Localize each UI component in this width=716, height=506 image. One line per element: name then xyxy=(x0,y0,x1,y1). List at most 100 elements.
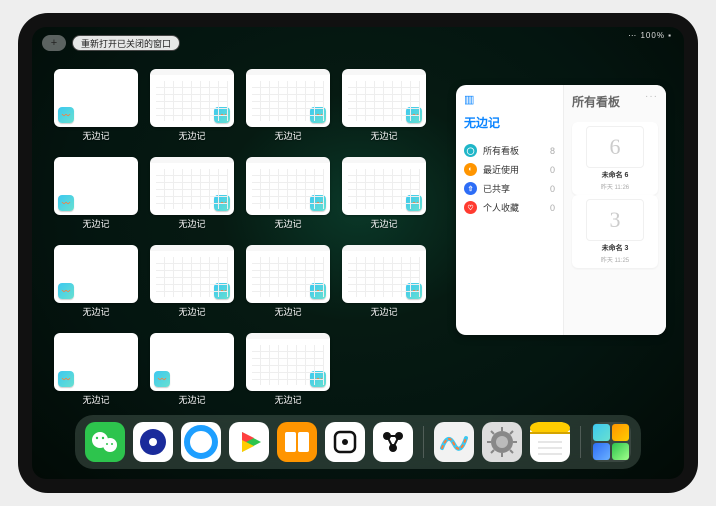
dock-freeform[interactable] xyxy=(434,422,474,462)
app-thumbnail: 〰 xyxy=(150,157,234,215)
app-switcher-card[interactable]: 〰无边记 xyxy=(342,245,426,319)
sidebar-title: 无边记 xyxy=(464,114,555,131)
dock-notes[interactable] xyxy=(530,422,570,462)
freeform-board-list: 所有看板 6未命名 6昨天 11:263未命名 3昨天 11:25 xyxy=(564,85,666,335)
freeform-icon: 〰 xyxy=(58,195,74,211)
blue-icon: ⇧ xyxy=(464,182,477,195)
freeform-icon: 〰 xyxy=(214,283,230,299)
sidebar-item[interactable]: ◯所有看板8 xyxy=(464,141,555,160)
app-switcher-card[interactable]: 〰无边记 xyxy=(54,157,138,231)
dock-settings[interactable] xyxy=(482,422,522,462)
screen: ⋯ 100% ▪ + 重新打开已关闭的窗口 〰无边记〰无边记〰无边记〰无边记〰无… xyxy=(32,27,684,479)
app-thumbnail: 〰 xyxy=(342,245,426,303)
board-date: 昨天 11:26 xyxy=(601,182,629,191)
app-card-label: 无边记 xyxy=(178,393,205,406)
app-switcher-card[interactable]: 〰无边记 xyxy=(54,69,138,143)
app-thumbnail: 〰 xyxy=(54,69,138,127)
board-card[interactable]: 3 未命名 3 昨天 11:25 xyxy=(572,195,658,268)
freeform-icon: 〰 xyxy=(58,107,74,123)
dock-books[interactable] xyxy=(277,422,317,462)
sidebar-item[interactable]: ⇧已共享0 xyxy=(464,179,555,198)
freeform-icon: 〰 xyxy=(310,107,326,123)
sidebar-item-count: 0 xyxy=(550,203,555,213)
ipad-frame: ⋯ 100% ▪ + 重新打开已关闭的窗口 〰无边记〰无边记〰无边记〰无边记〰无… xyxy=(18,13,698,493)
app-switcher-card[interactable]: 〰无边记 xyxy=(246,333,330,407)
dock-qq[interactable] xyxy=(133,422,173,462)
dock-connect[interactable] xyxy=(373,422,413,462)
dock-separator xyxy=(423,426,424,458)
app-card-label: 无边记 xyxy=(82,129,109,142)
new-window-button[interactable]: + xyxy=(42,35,66,51)
board-name: 未命名 3 xyxy=(602,243,629,253)
sidebar-item-label: 个人收藏 xyxy=(483,201,519,214)
app-switcher-card[interactable]: 〰无边记 xyxy=(150,157,234,231)
more-icon[interactable]: ··· xyxy=(645,91,658,102)
top-controls: + 重新打开已关闭的窗口 xyxy=(42,35,180,51)
sidebar-item[interactable]: ◐ 最近使用 0 xyxy=(464,160,555,179)
app-thumbnail: 〰 xyxy=(150,69,234,127)
app-card-label: 无边记 xyxy=(178,129,205,142)
app-switcher-card[interactable]: 〰无边记 xyxy=(246,245,330,319)
freeform-icon: 〰 xyxy=(58,371,74,387)
app-thumbnail: 〰 xyxy=(342,157,426,215)
app-switcher-card[interactable]: 〰无边记 xyxy=(150,69,234,143)
freeform-sidebar: ▥ 无边记 ◯所有看板8◐最近使用0⇧已共享0♡个人收藏0 xyxy=(456,85,564,335)
board-card[interactable]: 6 未命名 6 昨天 11:26 xyxy=(572,122,658,195)
freeform-icon: 〰 xyxy=(58,283,74,299)
board-thumbnail: 3 xyxy=(586,199,644,241)
app-thumbnail: 〰 xyxy=(246,157,330,215)
status-bar-right: ⋯ 100% ▪ xyxy=(628,31,672,40)
app-switcher-card[interactable]: 〰无边记 xyxy=(342,69,426,143)
app-switcher-card[interactable]: 〰无边记 xyxy=(246,69,330,143)
app-card-label: 无边记 xyxy=(178,217,205,230)
red-icon: ♡ xyxy=(464,201,477,214)
app-thumbnail: 〰 xyxy=(54,245,138,303)
dock-wechat[interactable] xyxy=(85,422,125,462)
app-card-label: 无边记 xyxy=(178,305,205,318)
app-switcher-card[interactable]: 〰无边记 xyxy=(150,333,234,407)
freeform-panel[interactable]: ··· ▥ 无边记 ◯所有看板8◐最近使用0⇧已共享0♡个人收藏0 所有看板 6… xyxy=(456,85,666,335)
app-switcher-card[interactable]: 〰无边记 xyxy=(150,245,234,319)
app-switcher-card[interactable]: 〰无边记 xyxy=(246,157,330,231)
app-card-label: 无边记 xyxy=(82,217,109,230)
freeform-icon: 〰 xyxy=(406,283,422,299)
app-switcher-card[interactable]: 〰无边记 xyxy=(342,157,426,231)
app-switcher-card[interactable]: 〰无边记 xyxy=(54,245,138,319)
dock-qq-browser[interactable] xyxy=(181,422,221,462)
app-thumbnail: 〰 xyxy=(150,333,234,391)
reopen-closed-window-button[interactable]: 重新打开已关闭的窗口 xyxy=(72,35,180,51)
freeform-icon: 〰 xyxy=(310,195,326,211)
dock-dice[interactable] xyxy=(325,422,365,462)
app-card-label: 无边记 xyxy=(274,305,301,318)
dock xyxy=(75,415,641,469)
sidebar-item-label: 已共享 xyxy=(483,182,510,195)
app-card-label: 无边记 xyxy=(274,129,301,142)
board-name: 未命名 6 xyxy=(602,170,629,180)
sidebar-item-label: 所有看板 xyxy=(483,144,519,157)
app-thumbnail: 〰 xyxy=(54,333,138,391)
app-switcher-card[interactable]: 〰无边记 xyxy=(54,333,138,407)
app-thumbnail: 〰 xyxy=(342,69,426,127)
app-card-label: 无边记 xyxy=(82,393,109,406)
board-thumbnail: 6 xyxy=(586,126,644,168)
board-date: 昨天 11:25 xyxy=(601,255,629,264)
orange-icon: ◐ xyxy=(464,163,477,176)
sidebar-item-count: 0 xyxy=(550,165,555,175)
app-thumbnail: 〰 xyxy=(246,333,330,391)
freeform-icon: 〰 xyxy=(214,107,230,123)
app-card-label: 无边记 xyxy=(274,393,301,406)
sidebar-item[interactable]: ♡ 个人收藏 0 xyxy=(464,198,555,217)
sidebar-item-label: 最近使用 xyxy=(483,163,519,176)
dock-separator-2 xyxy=(580,426,581,458)
app-card-label: 无边记 xyxy=(274,217,301,230)
dock-play[interactable] xyxy=(229,422,269,462)
sidebar-toggle-icon[interactable]: ▥ xyxy=(464,93,555,106)
freeform-icon: 〰 xyxy=(310,371,326,387)
app-card-label: 无边记 xyxy=(370,129,397,142)
freeform-icon: 〰 xyxy=(214,195,230,211)
app-thumbnail: 〰 xyxy=(54,157,138,215)
freeform-icon: 〰 xyxy=(154,371,170,387)
app-card-label: 无边记 xyxy=(82,305,109,318)
app-thumbnail: 〰 xyxy=(246,69,330,127)
dock-recent-apps[interactable] xyxy=(591,422,631,462)
